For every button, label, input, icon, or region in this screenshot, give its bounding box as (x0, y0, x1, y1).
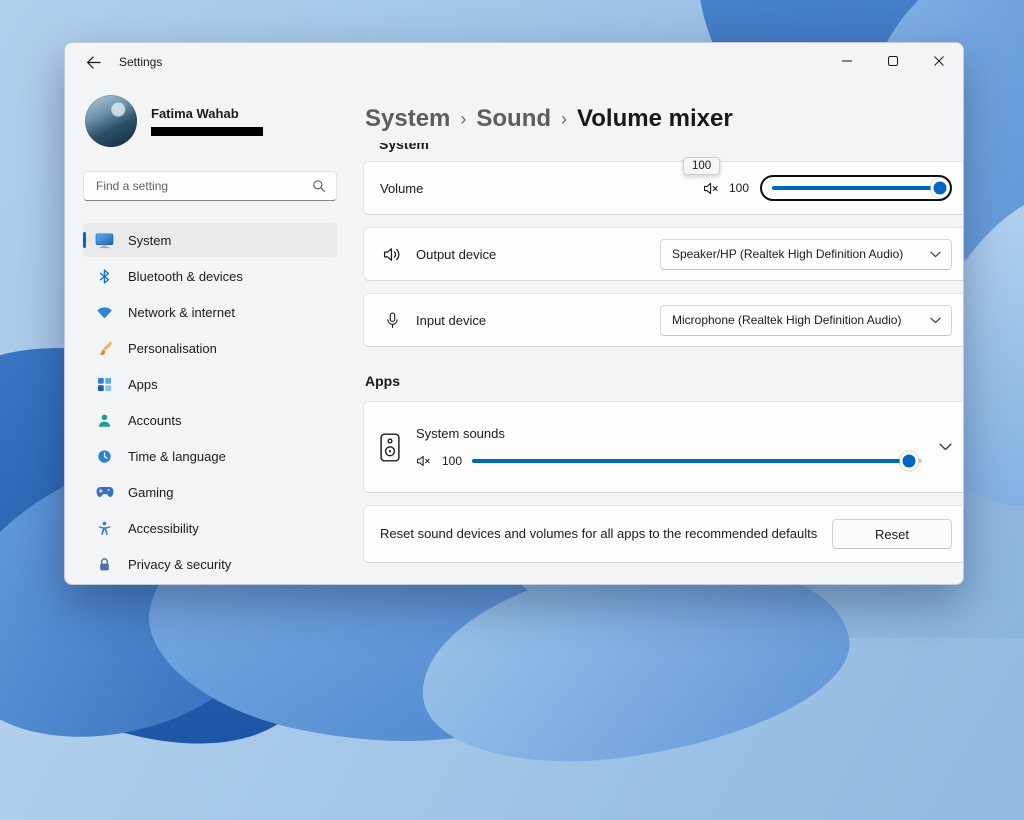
paintbrush-icon (95, 339, 114, 358)
volume-slider[interactable] (772, 186, 940, 190)
accessibility-person-icon (95, 519, 114, 538)
apps-grid-icon (95, 375, 114, 394)
system-monitor-icon (95, 231, 114, 250)
sidebar-item-label: Accessibility (128, 521, 199, 536)
volume-slider-thumb[interactable] (934, 182, 947, 195)
sidebar-item-apps[interactable]: Apps (83, 367, 337, 401)
volume-slider-fill (772, 186, 940, 190)
volume-label: Volume (380, 181, 423, 196)
system-sounds-controls: 100 (416, 454, 922, 468)
expand-chevron-icon[interactable] (939, 443, 952, 451)
sidebar-item-time-language[interactable]: Time & language (83, 439, 337, 473)
window-controls (824, 44, 962, 78)
maximize-icon (888, 56, 898, 66)
search-box (83, 171, 337, 201)
bluetooth-icon (95, 267, 114, 286)
sidebar-item-label: Network & internet (128, 305, 235, 320)
sidebar-item-label: Gaming (128, 485, 174, 500)
main-content: System › Sound › Volume mixer System Vol… (355, 81, 964, 585)
lock-icon (95, 555, 114, 574)
volume-tooltip: 100 (683, 157, 720, 175)
speaker-output-icon (380, 246, 404, 263)
sidebar-nav: System Bluetooth & devices Network & int… (83, 223, 337, 581)
back-button[interactable] (77, 48, 109, 76)
window-title: Settings (119, 55, 162, 69)
profile-info: Fatima Wahab (151, 106, 263, 136)
clock-icon (95, 447, 114, 466)
close-icon (934, 56, 944, 66)
sidebar-item-label: Time & language (128, 449, 226, 464)
breadcrumb-separator: › (551, 109, 577, 130)
system-sounds-content: System sounds 100 (416, 426, 922, 468)
sidebar-item-label: Privacy & security (128, 557, 231, 572)
titlebar: Settings (65, 43, 963, 81)
mute-speaker-icon[interactable] (416, 455, 432, 467)
system-sounds-label: System sounds (416, 426, 922, 441)
system-sounds-row: System sounds 100 (363, 401, 964, 493)
system-sounds-icon (380, 433, 400, 462)
sidebar-item-gaming[interactable]: Gaming (83, 475, 337, 509)
breadcrumb-separator: › (450, 109, 476, 130)
chevron-down-icon (930, 251, 941, 258)
system-sounds-value: 100 (442, 454, 462, 468)
output-device-label: Output device (416, 247, 496, 262)
volume-slider-focus-ring (760, 175, 952, 201)
volume-row: Volume 100 100 (363, 161, 964, 215)
sidebar: Fatima Wahab (65, 81, 355, 585)
search-icon (312, 179, 326, 193)
system-sounds-slider[interactable] (472, 459, 922, 463)
system-sounds-slider-fill (472, 459, 908, 463)
page-title: Volume mixer (577, 105, 733, 133)
reset-button[interactable]: Reset (832, 519, 952, 549)
breadcrumb: System › Sound › Volume mixer (363, 101, 964, 137)
sidebar-item-label: Bluetooth & devices (128, 269, 243, 284)
reset-description: Reset sound devices and volumes for all … (380, 524, 832, 544)
sidebar-item-accounts[interactable]: Accounts (83, 403, 337, 437)
back-arrow-icon (86, 56, 101, 69)
redacted-email (151, 127, 263, 136)
profile-section[interactable]: Fatima Wahab (83, 95, 337, 147)
minimize-icon (842, 56, 852, 66)
reset-row: Reset sound devices and volumes for all … (363, 505, 964, 563)
game-controller-icon (95, 483, 114, 502)
sidebar-item-label: Apps (128, 377, 158, 392)
input-device-label: Input device (416, 313, 486, 328)
sidebar-item-label: Personalisation (128, 341, 217, 356)
input-device-dropdown[interactable]: Microphone (Realtek High Definition Audi… (660, 305, 952, 336)
minimize-button[interactable] (824, 44, 870, 78)
input-device-selected: Microphone (Realtek High Definition Audi… (672, 313, 901, 327)
search-input[interactable] (94, 178, 312, 194)
input-device-row: Input device Microphone (Realtek High De… (363, 293, 964, 347)
close-button[interactable] (916, 44, 962, 78)
microphone-icon (380, 312, 404, 329)
breadcrumb-system[interactable]: System (365, 105, 450, 133)
system-sounds-slider-thumb[interactable] (902, 455, 915, 468)
output-device-row: Output device Speaker/HP (Realtek High D… (363, 227, 964, 281)
mute-speaker-icon[interactable] (703, 182, 720, 195)
apps-section-header: Apps (365, 373, 964, 389)
output-device-dropdown[interactable]: Speaker/HP (Realtek High Definition Audi… (660, 239, 952, 270)
chevron-down-icon (930, 317, 941, 324)
window-body: Fatima Wahab (65, 81, 963, 585)
maximize-button[interactable] (870, 44, 916, 78)
profile-name: Fatima Wahab (151, 106, 263, 121)
volume-value: 100 (729, 181, 749, 195)
sidebar-item-privacy-security[interactable]: Privacy & security (83, 547, 337, 581)
output-device-selected: Speaker/HP (Realtek High Definition Audi… (672, 247, 903, 261)
sidebar-item-label: Accounts (128, 413, 181, 428)
sidebar-item-system[interactable]: System (83, 223, 337, 257)
clipped-section-header: System (363, 143, 964, 153)
sidebar-item-personalisation[interactable]: Personalisation (83, 331, 337, 365)
avatar (85, 95, 137, 147)
settings-window: Settings Fatima Wahab (64, 42, 964, 585)
sidebar-item-network-internet[interactable]: Network & internet (83, 295, 337, 329)
sidebar-item-accessibility[interactable]: Accessibility (83, 511, 337, 545)
volume-controls: 100 (703, 175, 952, 201)
wifi-icon (95, 303, 114, 322)
person-icon (95, 411, 114, 430)
sidebar-item-bluetooth-devices[interactable]: Bluetooth & devices (83, 259, 337, 293)
sidebar-item-label: System (128, 233, 171, 248)
breadcrumb-sound[interactable]: Sound (476, 105, 551, 133)
